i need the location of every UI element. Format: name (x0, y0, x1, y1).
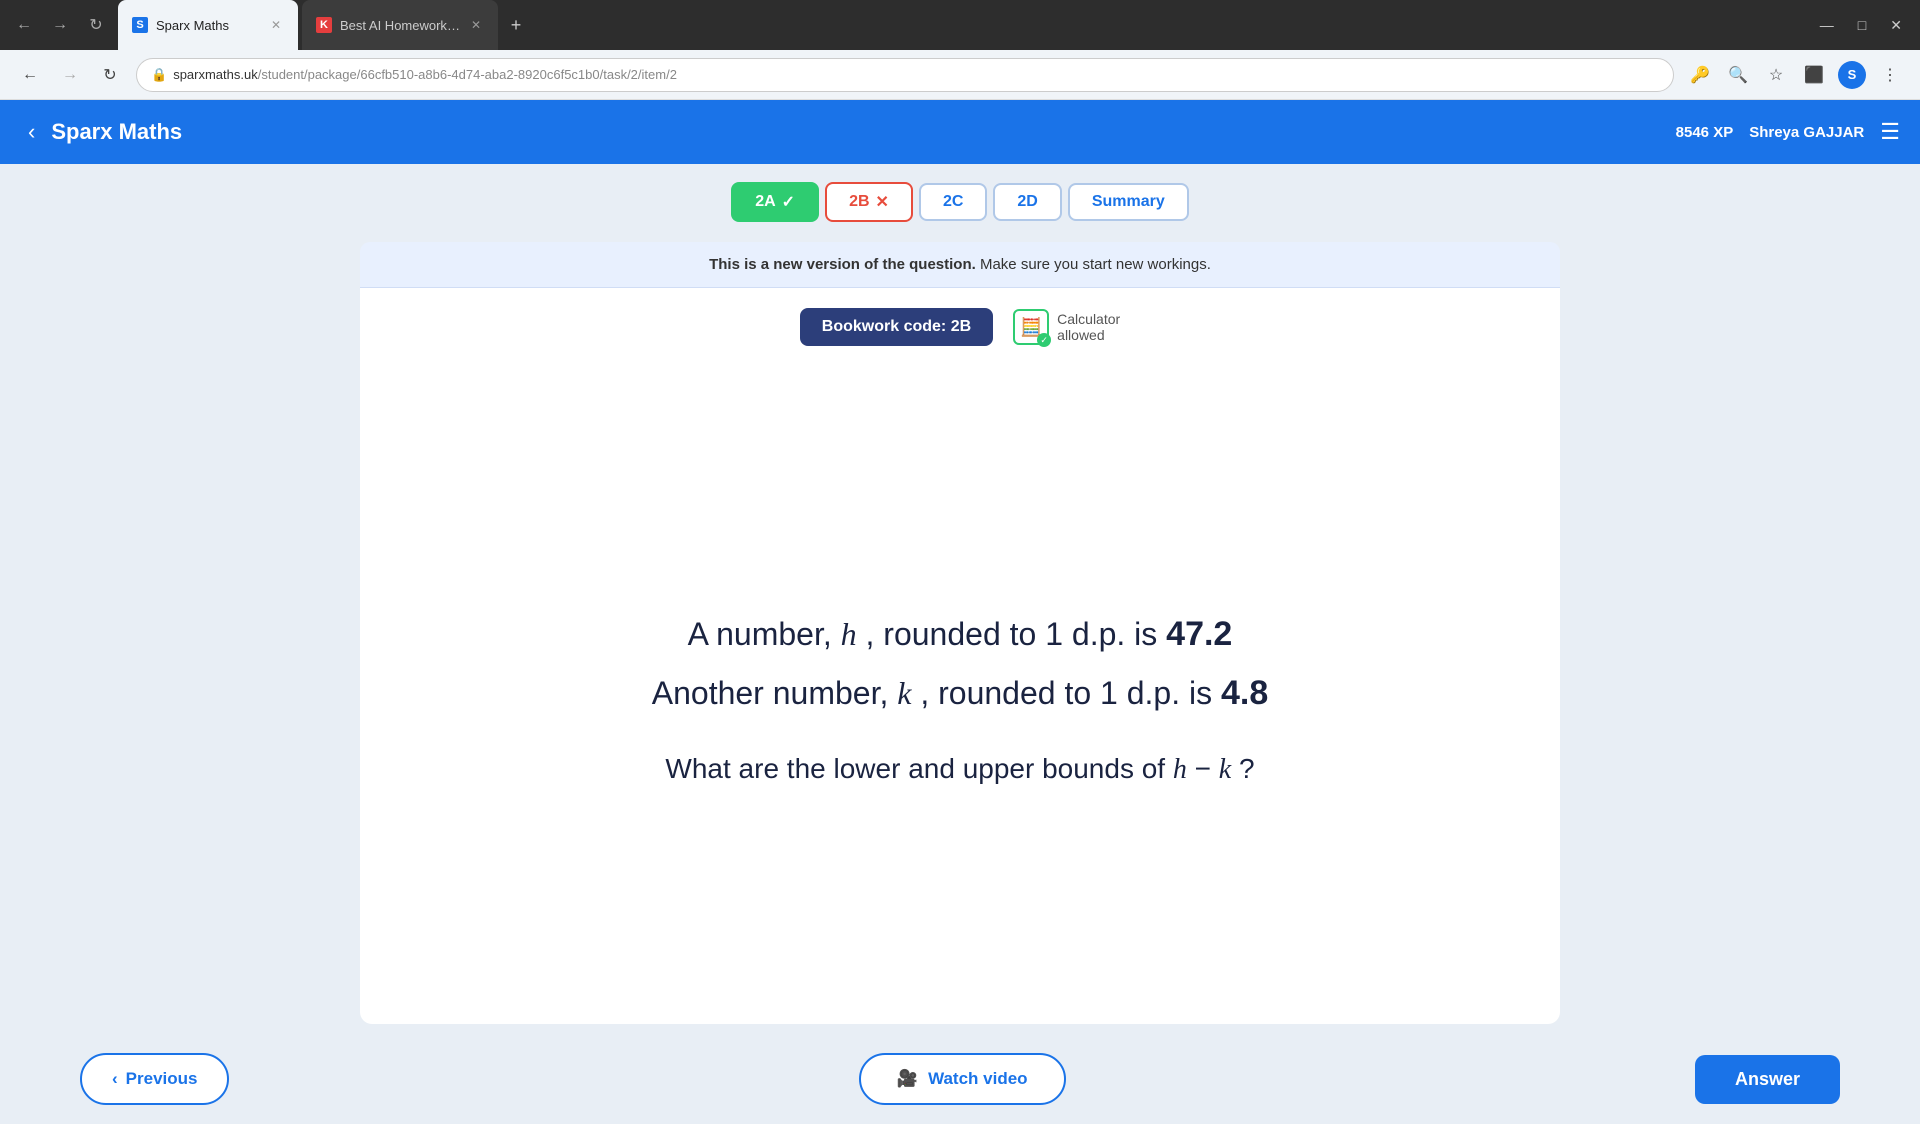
tab-favicon-ai: K (316, 17, 332, 33)
maximize-btn[interactable]: □ (1850, 13, 1874, 37)
more-options-btn[interactable]: ⋮ (1876, 61, 1904, 89)
new-tab-button[interactable]: + (502, 11, 530, 39)
calculator-icon: 🧮 ✓ (1013, 309, 1049, 345)
banner-bold-text: This is a new version of the question. (709, 256, 976, 273)
watch-video-label: Watch video (928, 1069, 1028, 1089)
minimize-btn[interactable]: — (1812, 13, 1842, 37)
question-body: A number, h , rounded to 1 d.p. is 47.2 … (360, 356, 1560, 1024)
video-camera-icon: 🎥 (897, 1069, 918, 1089)
line2-post: , rounded to 1 d.p. is (920, 675, 1221, 711)
question-line-1: A number, h , rounded to 1 d.p. is 47.2 (688, 615, 1233, 654)
banner-normal-text: Make sure you start new workings. (980, 256, 1211, 273)
calculator-allowed-label: allowed (1057, 327, 1120, 343)
close-btn[interactable]: ✕ (1882, 13, 1910, 38)
sidebar-btn[interactable]: ⬛ (1800, 61, 1828, 89)
prev-arrow-icon: ‹ (112, 1069, 118, 1089)
answer-button-label: Answer (1735, 1069, 1800, 1089)
bookwork-badge: Bookwork code: 2B (800, 308, 993, 346)
line2-var: k (897, 675, 911, 711)
xp-display: 8546 XP (1676, 124, 1734, 141)
task-tab-2d-label: 2D (1017, 193, 1037, 211)
new-version-banner: This is a new version of the question. M… (360, 242, 1560, 288)
task-tab-2a-label: 2A (755, 193, 775, 211)
watch-video-button[interactable]: 🎥 Watch video (859, 1053, 1066, 1105)
tab-ai-helper[interactable]: K Best AI Homework Helper for A ✕ (302, 0, 498, 50)
prev-button-label: Previous (126, 1069, 198, 1089)
task-tab-summary-label: Summary (1092, 193, 1165, 211)
question-pre: What are the lower and upper bounds of (665, 753, 1172, 784)
task-tab-2b[interactable]: 2B ✕ (825, 182, 913, 222)
password-icon-btn[interactable]: 🔑 (1686, 61, 1714, 89)
window-controls: — □ ✕ (1812, 13, 1910, 38)
tab-sparx-maths[interactable]: S Sparx Maths ✕ (118, 0, 298, 50)
address-bar-row: ← → ↻ 🔒 sparxmaths.uk/student/package/66… (0, 50, 1920, 100)
line1-post: , rounded to 1 d.p. is (866, 616, 1167, 652)
back-nav-btn[interactable]: ← (10, 11, 38, 39)
line2-num: 4.8 (1221, 674, 1268, 712)
main-content: This is a new version of the question. M… (0, 232, 1920, 1034)
profile-circle[interactable]: S (1838, 61, 1866, 89)
question-minus: − (1195, 753, 1219, 784)
browser-nav-controls: ← → ↻ (10, 11, 110, 39)
bookmark-btn[interactable]: ☆ (1762, 61, 1790, 89)
task-tab-2b-label: 2B (849, 193, 869, 211)
hamburger-menu-icon[interactable]: ☰ (1880, 119, 1900, 145)
task-tab-2b-x: ✕ (876, 192, 889, 212)
tab-close-sparx[interactable]: ✕ (268, 17, 284, 33)
line1-var: h (841, 616, 857, 652)
question-what: What are the lower and upper bounds of h… (665, 753, 1254, 786)
browser-chrome: ← → ↻ S Sparx Maths ✕ K Best AI Homework… (0, 0, 1920, 50)
calc-check-icon: ✓ (1037, 333, 1051, 347)
task-tab-2d[interactable]: 2D (993, 183, 1061, 221)
tab-favicon-sparx: S (132, 17, 148, 33)
answer-button[interactable]: Answer (1695, 1055, 1840, 1104)
address-field[interactable]: 🔒 sparxmaths.uk/student/package/66cfb510… (136, 58, 1674, 92)
previous-button[interactable]: ‹ Previous (80, 1053, 229, 1105)
browser-icons: 🔑 🔍 ☆ ⬛ S ⋮ (1686, 61, 1904, 89)
task-tab-2c-label: 2C (943, 193, 963, 211)
reload-page-btn[interactable]: ↻ (96, 61, 124, 89)
address-domain: sparxmaths.uk/student/package/66cfb510-a… (173, 67, 677, 82)
question-line-2: Another number, k , rounded to 1 d.p. is… (652, 674, 1268, 713)
bookwork-row: Bookwork code: 2B 🧮 ✓ Calculator allowed (360, 288, 1560, 356)
back-btn[interactable]: ← (16, 61, 44, 89)
calculator-text: Calculator allowed (1057, 311, 1120, 343)
task-tab-summary[interactable]: Summary (1068, 183, 1189, 221)
zoom-btn[interactable]: 🔍 (1724, 61, 1752, 89)
question-card: This is a new version of the question. M… (360, 242, 1560, 1024)
question-post: ? (1239, 753, 1255, 784)
reload-btn[interactable]: ↻ (82, 11, 110, 39)
question-expr-k: k (1219, 754, 1231, 785)
forward-nav-btn[interactable]: → (46, 11, 74, 39)
user-name: Shreya GAJJAR (1749, 124, 1864, 141)
tab-title-ai: Best AI Homework Helper for A (340, 18, 460, 33)
task-tabs: 2A ✓ 2B ✕ 2C 2D Summary (0, 164, 1920, 232)
calculator-label: Calculator (1057, 311, 1120, 327)
app-header: ‹ Sparx Maths 8546 XP Shreya GAJJAR ☰ (0, 100, 1920, 164)
app-back-btn[interactable]: ‹ (20, 111, 43, 153)
tab-bar: S Sparx Maths ✕ K Best AI Homework Helpe… (118, 0, 1804, 50)
calculator-allowed: 🧮 ✓ Calculator allowed (1013, 309, 1120, 345)
question-expr: h (1173, 754, 1187, 785)
task-tab-2a-check: ✓ (782, 192, 795, 212)
tab-close-ai[interactable]: ✕ (468, 17, 484, 33)
task-tab-2a[interactable]: 2A ✓ (731, 182, 819, 222)
line1-pre: A number, (688, 616, 841, 652)
bottom-bar: ‹ Previous 🎥 Watch video Answer (0, 1034, 1920, 1124)
task-tab-2c[interactable]: 2C (919, 183, 987, 221)
header-right: 8546 XP Shreya GAJJAR ☰ (1676, 119, 1900, 145)
app-title: Sparx Maths (51, 119, 182, 145)
line1-num: 47.2 (1166, 615, 1232, 653)
line2-pre: Another number, (652, 675, 897, 711)
tab-title-sparx: Sparx Maths (156, 18, 229, 33)
forward-btn[interactable]: → (56, 61, 84, 89)
